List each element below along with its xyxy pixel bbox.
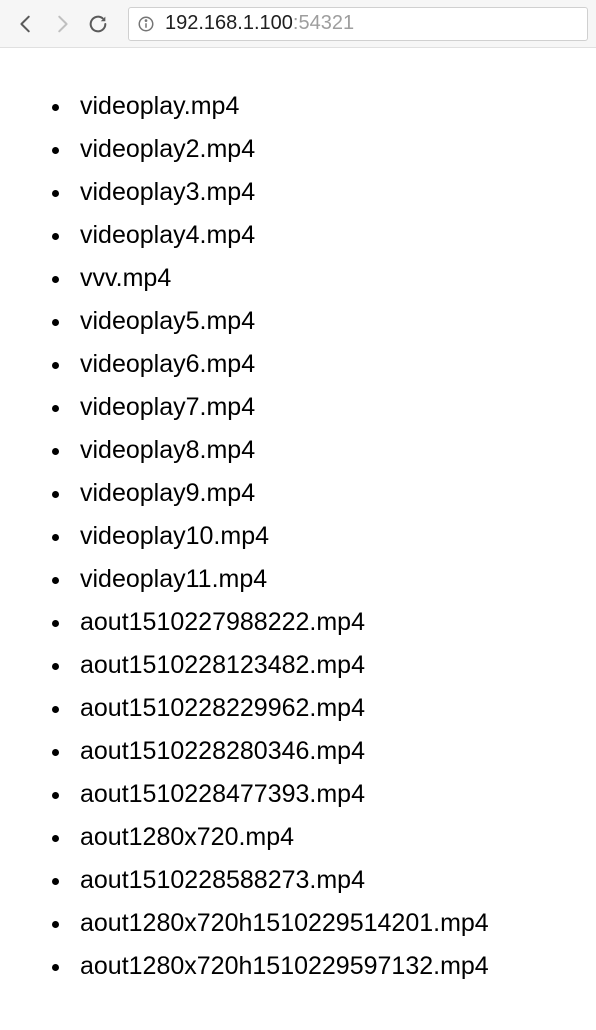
file-link[interactable]: aout1280x720h1510229514201.mp4 [72,909,489,937]
file-link[interactable]: aout1510228123482.mp4 [72,651,365,679]
file-link[interactable]: vvv.mp4 [72,264,171,292]
list-item: videoplay2.mp4 [72,127,572,170]
browser-toolbar: 192.168.1.100:54321 [0,0,596,48]
list-item: videoplay11.mp4 [72,557,572,600]
file-link[interactable]: aout1510228280346.mp4 [72,737,365,765]
list-item: videoplay.mp4 [72,84,572,127]
list-item: aout1510228477393.mp4 [72,772,572,815]
file-link[interactable]: videoplay3.mp4 [72,178,255,206]
file-link[interactable]: aout1280x720h1510229597132.mp4 [72,952,489,980]
file-link[interactable]: aout1510227988222.mp4 [72,608,365,636]
address-bar[interactable]: 192.168.1.100:54321 [128,7,588,41]
url-port: :54321 [293,12,354,35]
file-link[interactable]: videoplay.mp4 [72,92,239,120]
file-link[interactable]: videoplay10.mp4 [72,522,269,550]
list-item: videoplay3.mp4 [72,170,572,213]
file-link[interactable]: videoplay4.mp4 [72,221,255,249]
file-link[interactable]: videoplay5.mp4 [72,307,255,335]
file-link[interactable]: aout1510228229962.mp4 [72,694,365,722]
list-item: videoplay8.mp4 [72,428,572,471]
list-item: aout1510228280346.mp4 [72,729,572,772]
forward-button[interactable] [44,6,80,42]
list-item: aout1280x720.mp4 [72,815,572,858]
back-button[interactable] [8,6,44,42]
list-item: aout1510228229962.mp4 [72,686,572,729]
file-link[interactable]: videoplay11.mp4 [72,565,267,593]
file-link[interactable]: videoplay6.mp4 [72,350,255,378]
list-item: videoplay4.mp4 [72,213,572,256]
info-icon[interactable] [137,15,155,33]
file-list: videoplay.mp4 videoplay2.mp4 videoplay3.mp… [48,84,572,987]
file-link[interactable]: videoplay7.mp4 [72,393,255,421]
content-area: videoplay.mp4 videoplay2.mp4 videoplay3.mp… [0,48,596,987]
list-item: videoplay7.mp4 [72,385,572,428]
file-link[interactable]: aout1510228477393.mp4 [72,780,365,808]
list-item: aout1510227988222.mp4 [72,600,572,643]
file-link[interactable]: videoplay8.mp4 [72,436,255,464]
list-item: aout1280x720h1510229597132.mp4 [72,944,572,987]
list-item: videoplay6.mp4 [72,342,572,385]
file-link[interactable]: videoplay9.mp4 [72,479,255,507]
list-item: videoplay10.mp4 [72,514,572,557]
list-item: videoplay9.mp4 [72,471,572,514]
file-link[interactable]: aout1280x720.mp4 [72,823,294,851]
list-item: vvv.mp4 [72,256,572,299]
list-item: videoplay5.mp4 [72,299,572,342]
reload-button[interactable] [80,6,116,42]
list-item: aout1280x720h1510229514201.mp4 [72,901,572,944]
list-item: aout1510228588273.mp4 [72,858,572,901]
file-link[interactable]: aout1510228588273.mp4 [72,866,365,894]
list-item: aout1510228123482.mp4 [72,643,572,686]
file-link[interactable]: videoplay2.mp4 [72,135,255,163]
url-host: 192.168.1.100 [165,12,293,35]
